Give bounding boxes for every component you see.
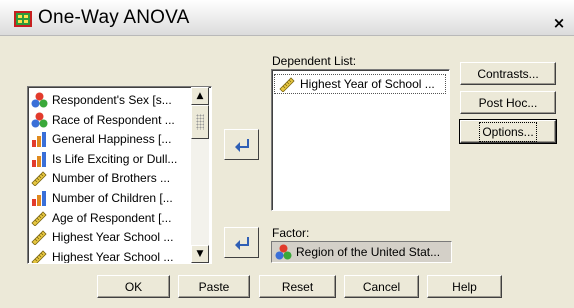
- reset-label: Reset: [281, 279, 314, 294]
- variable-list-item[interactable]: Age of Respondent [...: [31, 208, 191, 228]
- nominal-icon: [31, 112, 48, 128]
- dependent-list-item[interactable]: Highest Year of School ...: [274, 74, 446, 94]
- paste-button[interactable]: Paste: [178, 275, 250, 298]
- scale-icon: [31, 171, 47, 187]
- one-way-anova-dialog: One-Way ANOVA × Respondent's Sex [s... Ra…: [0, 0, 574, 308]
- scale-icon: [31, 250, 47, 263]
- cancel-button[interactable]: Cancel: [344, 275, 419, 298]
- options-label: Options...: [479, 121, 537, 142]
- spss-dialog-icon: [14, 11, 32, 27]
- variable-list[interactable]: Respondent's Sex [s... Race of Respondent…: [27, 86, 212, 264]
- help-button[interactable]: Help: [427, 275, 502, 298]
- dependent-list[interactable]: Highest Year of School ...: [271, 69, 450, 211]
- ordinal-icon: [32, 191, 46, 206]
- move-to-factor-button[interactable]: [224, 227, 259, 258]
- post-hoc-button[interactable]: Post Hoc...: [460, 91, 556, 114]
- variable-item-label: General Happiness [...: [52, 132, 172, 147]
- scroll-thumb[interactable]: [191, 105, 209, 139]
- variable-list-item[interactable]: Number of Brothers ...: [31, 168, 191, 188]
- ordinal-icon: [32, 151, 46, 167]
- variable-list-item[interactable]: Highest Year School ...: [31, 247, 191, 264]
- factor-field[interactable]: Region of the United Stat...: [271, 241, 452, 263]
- window-title: One-Way ANOVA: [38, 7, 190, 28]
- ok-label: OK: [124, 279, 143, 294]
- move-to-dependent-button[interactable]: [224, 129, 259, 160]
- variable-list-item[interactable]: Race of Respondent ...: [31, 110, 191, 130]
- variable-item-label: Number of Brothers ...: [52, 171, 171, 186]
- variable-list-scrollbar[interactable]: ▲ ▼: [191, 87, 209, 263]
- ordinal-icon: [32, 132, 46, 148]
- scroll-down-button[interactable]: ▼: [191, 245, 209, 263]
- triangle-down-icon: ▼: [196, 249, 204, 259]
- variable-list-item[interactable]: Highest Year School ...: [31, 227, 191, 247]
- close-button[interactable]: ×: [551, 15, 567, 31]
- triangle-up-icon: ▲: [196, 91, 204, 101]
- post-hoc-label: Post Hoc...: [478, 95, 538, 110]
- title-bar[interactable]: One-Way ANOVA ×: [0, 0, 574, 36]
- variable-item-label: Respondent's Sex [s...: [52, 93, 172, 107]
- arrow-right-icon: [234, 236, 249, 250]
- variable-list-item[interactable]: Number of Children [...: [31, 188, 191, 208]
- variable-list-item[interactable]: General Happiness [...: [31, 129, 191, 149]
- variable-item-label: Is Life Exciting or Dull...: [52, 151, 178, 166]
- scale-icon: [31, 211, 47, 226]
- factor-value: Region of the United Stat...: [296, 245, 441, 259]
- ok-button[interactable]: OK: [97, 275, 170, 298]
- paste-label: Paste: [198, 279, 230, 294]
- factor-label: Factor:: [272, 226, 310, 240]
- nominal-icon: [31, 92, 48, 108]
- variable-item-label: Age of Respondent [...: [52, 210, 172, 225]
- scroll-up-button[interactable]: ▲: [191, 87, 209, 105]
- variable-item-label: Highest Year School ...: [52, 230, 174, 245]
- reset-button[interactable]: Reset: [259, 275, 336, 298]
- options-button[interactable]: Options...: [459, 119, 557, 144]
- variable-list-item[interactable]: Is Life Exciting or Dull...: [31, 149, 191, 169]
- help-label: Help: [452, 279, 477, 294]
- cancel-label: Cancel: [362, 279, 401, 294]
- contrasts-button[interactable]: Contrasts...: [460, 62, 556, 85]
- variable-item-label: Number of Children [...: [52, 191, 173, 205]
- contrasts-label: Contrasts...: [477, 66, 539, 81]
- close-icon: ×: [552, 14, 566, 32]
- scale-icon: [279, 77, 295, 92]
- arrow-right-icon: [234, 138, 249, 152]
- variable-item-label: Race of Respondent ...: [52, 112, 175, 127]
- variable-item-label: Highest Year School ...: [52, 249, 174, 264]
- scale-icon: [31, 230, 47, 246]
- dependent-item-label: Highest Year of School ...: [300, 77, 435, 91]
- dependent-list-label: Dependent List:: [272, 54, 357, 68]
- variable-list-item[interactable]: Respondent's Sex [s...: [31, 90, 191, 110]
- nominal-icon: [275, 244, 292, 260]
